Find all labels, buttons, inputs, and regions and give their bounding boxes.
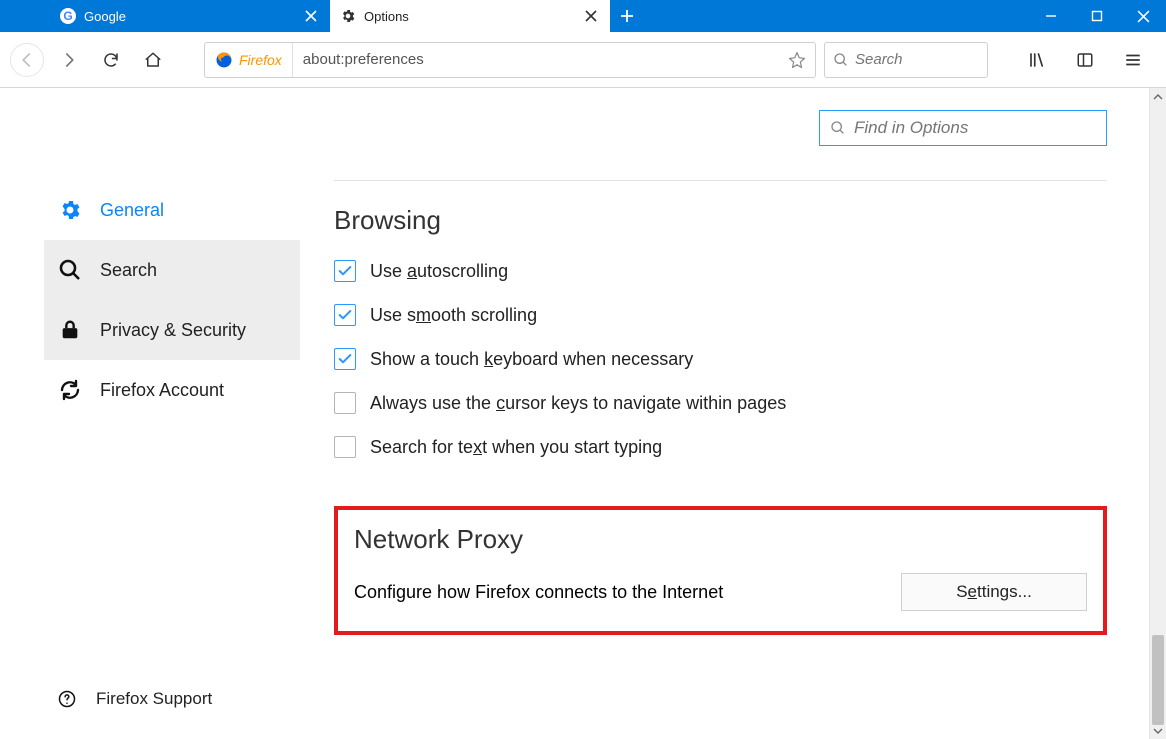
url-bar[interactable]: Firefox (204, 42, 816, 78)
content-wrap: General Search Privacy & Security Firefo… (0, 88, 1166, 739)
tab-options[interactable]: Options (330, 0, 610, 32)
category-privacy[interactable]: Privacy & Security (44, 300, 300, 360)
library-button[interactable] (1020, 43, 1054, 77)
tab-google-close-icon[interactable] (302, 7, 320, 25)
reload-button[interactable] (94, 43, 128, 77)
scroll-track[interactable] (1150, 105, 1166, 722)
toolbar: Firefox (0, 32, 1166, 88)
menu-button[interactable] (1116, 43, 1150, 77)
checkbox-cursor-keys[interactable]: Always use the cursor keys to navigate w… (334, 392, 1107, 414)
checkbox-label: Use autoscrolling (370, 261, 508, 282)
window-minimize-button[interactable] (1028, 0, 1074, 32)
main-pane: Browsing Use autoscrolling Use smooth sc… (334, 180, 1107, 635)
tab-strip: G Google Options (0, 0, 644, 32)
checkbox-icon[interactable] (334, 392, 356, 414)
checkbox-icon[interactable] (334, 348, 356, 370)
checkbox-touch-keyboard[interactable]: Show a touch keyboard when necessary (334, 348, 1107, 370)
scrollbar-vertical[interactable] (1149, 88, 1166, 739)
category-general-label: General (100, 200, 164, 221)
tab-google[interactable]: G Google (50, 0, 330, 32)
window-maximize-button[interactable] (1074, 0, 1120, 32)
category-account[interactable]: Firefox Account (44, 360, 300, 420)
find-input[interactable] (854, 118, 1096, 138)
search-icon (830, 120, 846, 136)
titlebar: G Google Options (0, 0, 1166, 32)
checkbox-label: Use smooth scrolling (370, 305, 537, 326)
checkbox-search-text[interactable]: Search for text when you start typing (334, 436, 1107, 458)
category-account-label: Firefox Account (100, 380, 224, 401)
help-icon (58, 690, 76, 708)
google-favicon-icon: G (60, 8, 76, 24)
category-search-label: Search (100, 260, 157, 281)
checkbox-autoscrolling[interactable]: Use autoscrolling (334, 260, 1107, 282)
proxy-settings-button[interactable]: Settings... (901, 573, 1087, 611)
gear-icon (58, 198, 82, 222)
checkbox-icon[interactable] (334, 304, 356, 326)
section-proxy-title: Network Proxy (354, 524, 1087, 555)
checkbox-label: Show a touch keyboard when necessary (370, 349, 693, 370)
firefox-icon (215, 51, 233, 69)
window-controls (1028, 0, 1166, 32)
lock-icon (58, 318, 82, 342)
tab-options-title: Options (364, 9, 574, 24)
sidebar-toggle-button[interactable] (1068, 43, 1102, 77)
window-close-button[interactable] (1120, 0, 1166, 32)
checkbox-smooth-scrolling[interactable]: Use smooth scrolling (334, 304, 1107, 326)
tab-google-title: Google (84, 9, 294, 24)
find-in-options[interactable] (819, 110, 1107, 146)
forward-button[interactable] (52, 43, 86, 77)
network-proxy-highlight: Network Proxy Configure how Firefox conn… (334, 506, 1107, 635)
scroll-thumb[interactable] (1152, 635, 1164, 725)
preferences-page: General Search Privacy & Security Firefo… (0, 88, 1149, 739)
url-input[interactable] (293, 51, 779, 68)
tab-options-close-icon[interactable] (582, 7, 600, 25)
search-box[interactable] (824, 42, 988, 78)
firefox-support-link[interactable]: Firefox Support (58, 689, 212, 709)
new-tab-button[interactable] (610, 0, 644, 32)
magnifier-icon (58, 258, 82, 282)
bookmark-star-icon[interactable] (779, 51, 815, 69)
search-input[interactable] (855, 51, 979, 68)
proxy-description: Configure how Firefox connects to the In… (354, 582, 723, 603)
section-browsing-title: Browsing (334, 205, 1107, 236)
category-privacy-label: Privacy & Security (100, 320, 246, 341)
scroll-up-icon[interactable] (1150, 88, 1166, 105)
home-button[interactable] (136, 43, 170, 77)
checkbox-label: Always use the cursor keys to navigate w… (370, 393, 786, 414)
category-search[interactable]: Search (44, 240, 300, 300)
category-sidebar: General Search Privacy & Security Firefo… (44, 180, 300, 420)
sync-icon (58, 378, 82, 402)
toolbar-right (1020, 43, 1150, 77)
category-general[interactable]: General (44, 180, 300, 240)
identity-box[interactable]: Firefox (205, 43, 293, 77)
checkbox-icon[interactable] (334, 260, 356, 282)
gear-icon (340, 8, 356, 24)
checkbox-label: Search for text when you start typing (370, 437, 662, 458)
back-button[interactable] (10, 43, 44, 77)
checkbox-icon[interactable] (334, 436, 356, 458)
divider (334, 180, 1107, 181)
search-icon (833, 52, 849, 68)
identity-label: Firefox (239, 52, 282, 68)
support-label: Firefox Support (96, 689, 212, 709)
